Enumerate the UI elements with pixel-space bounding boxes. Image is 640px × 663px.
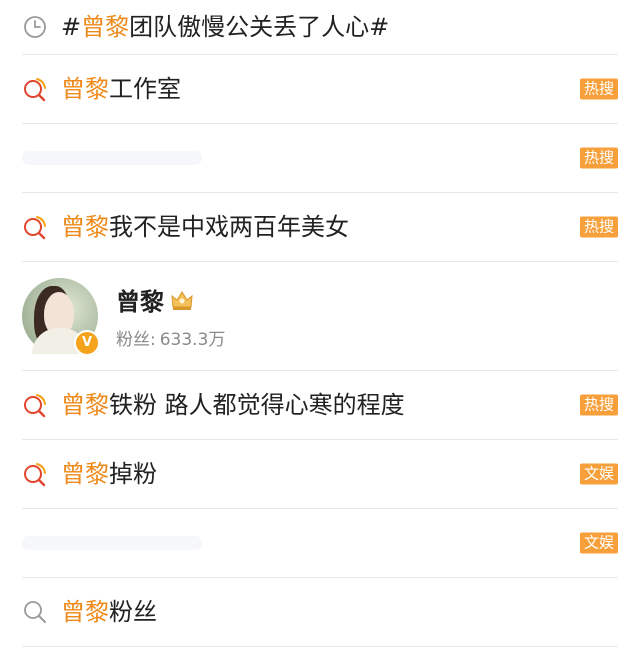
suggestion-text: 曾黎掉粉: [61, 460, 157, 488]
hot-search-icon: [24, 78, 46, 102]
entertainment-badge: 文娱: [579, 532, 618, 554]
hot-suggestion-row[interactable]: 曾黎掉粉 文娱: [22, 440, 618, 509]
hot-search-icon: [24, 216, 46, 240]
crown-icon: [171, 290, 193, 310]
blurred-text: [22, 536, 202, 550]
avatar[interactable]: V: [22, 278, 100, 356]
blurred-suggestion-row[interactable]: 文娱: [22, 509, 618, 578]
user-name: 曾黎: [116, 288, 164, 316]
search-suggestion-row[interactable]: 曾黎粉丝: [22, 578, 618, 647]
history-suggestion-row[interactable]: #曾黎团队傲慢公关丢了人心#: [22, 0, 618, 55]
search-suggestion-list: #曾黎团队傲慢公关丢了人心# 曾黎工作室 热搜 热搜 曾黎我不是中戏两百年美女 …: [0, 0, 640, 647]
verified-badge-icon: V: [74, 330, 100, 356]
hot-suggestion-row[interactable]: 曾黎铁粉 路人都觉得心寒的程度 热搜: [22, 371, 618, 440]
suggestion-text: #曾黎团队傲慢公关丢了人心#: [61, 13, 390, 41]
hot-badge: 热搜: [579, 216, 618, 238]
clock-icon: [24, 16, 46, 38]
suggestion-text: 曾黎我不是中戏两百年美女: [61, 213, 349, 241]
user-result-row[interactable]: V 曾黎 粉丝: 633.3万: [22, 262, 618, 371]
search-icon: [24, 601, 46, 623]
hot-search-icon: [24, 463, 46, 487]
suggestion-text: 曾黎工作室: [61, 75, 181, 103]
blurred-text: [22, 151, 202, 165]
hot-search-icon: [24, 394, 46, 418]
blurred-suggestion-row[interactable]: 热搜: [22, 124, 618, 193]
hot-badge: 热搜: [579, 147, 618, 169]
suggestion-text: 曾黎铁粉 路人都觉得心寒的程度: [61, 391, 405, 419]
fans-count: 粉丝: 633.3万: [116, 330, 226, 350]
hot-badge: 热搜: [579, 78, 618, 100]
hot-badge: 热搜: [579, 394, 618, 416]
hot-suggestion-row[interactable]: 曾黎我不是中戏两百年美女 热搜: [22, 193, 618, 262]
hot-suggestion-row[interactable]: 曾黎工作室 热搜: [22, 55, 618, 124]
entertainment-badge: 文娱: [579, 463, 618, 485]
suggestion-text: 曾黎粉丝: [61, 598, 157, 626]
